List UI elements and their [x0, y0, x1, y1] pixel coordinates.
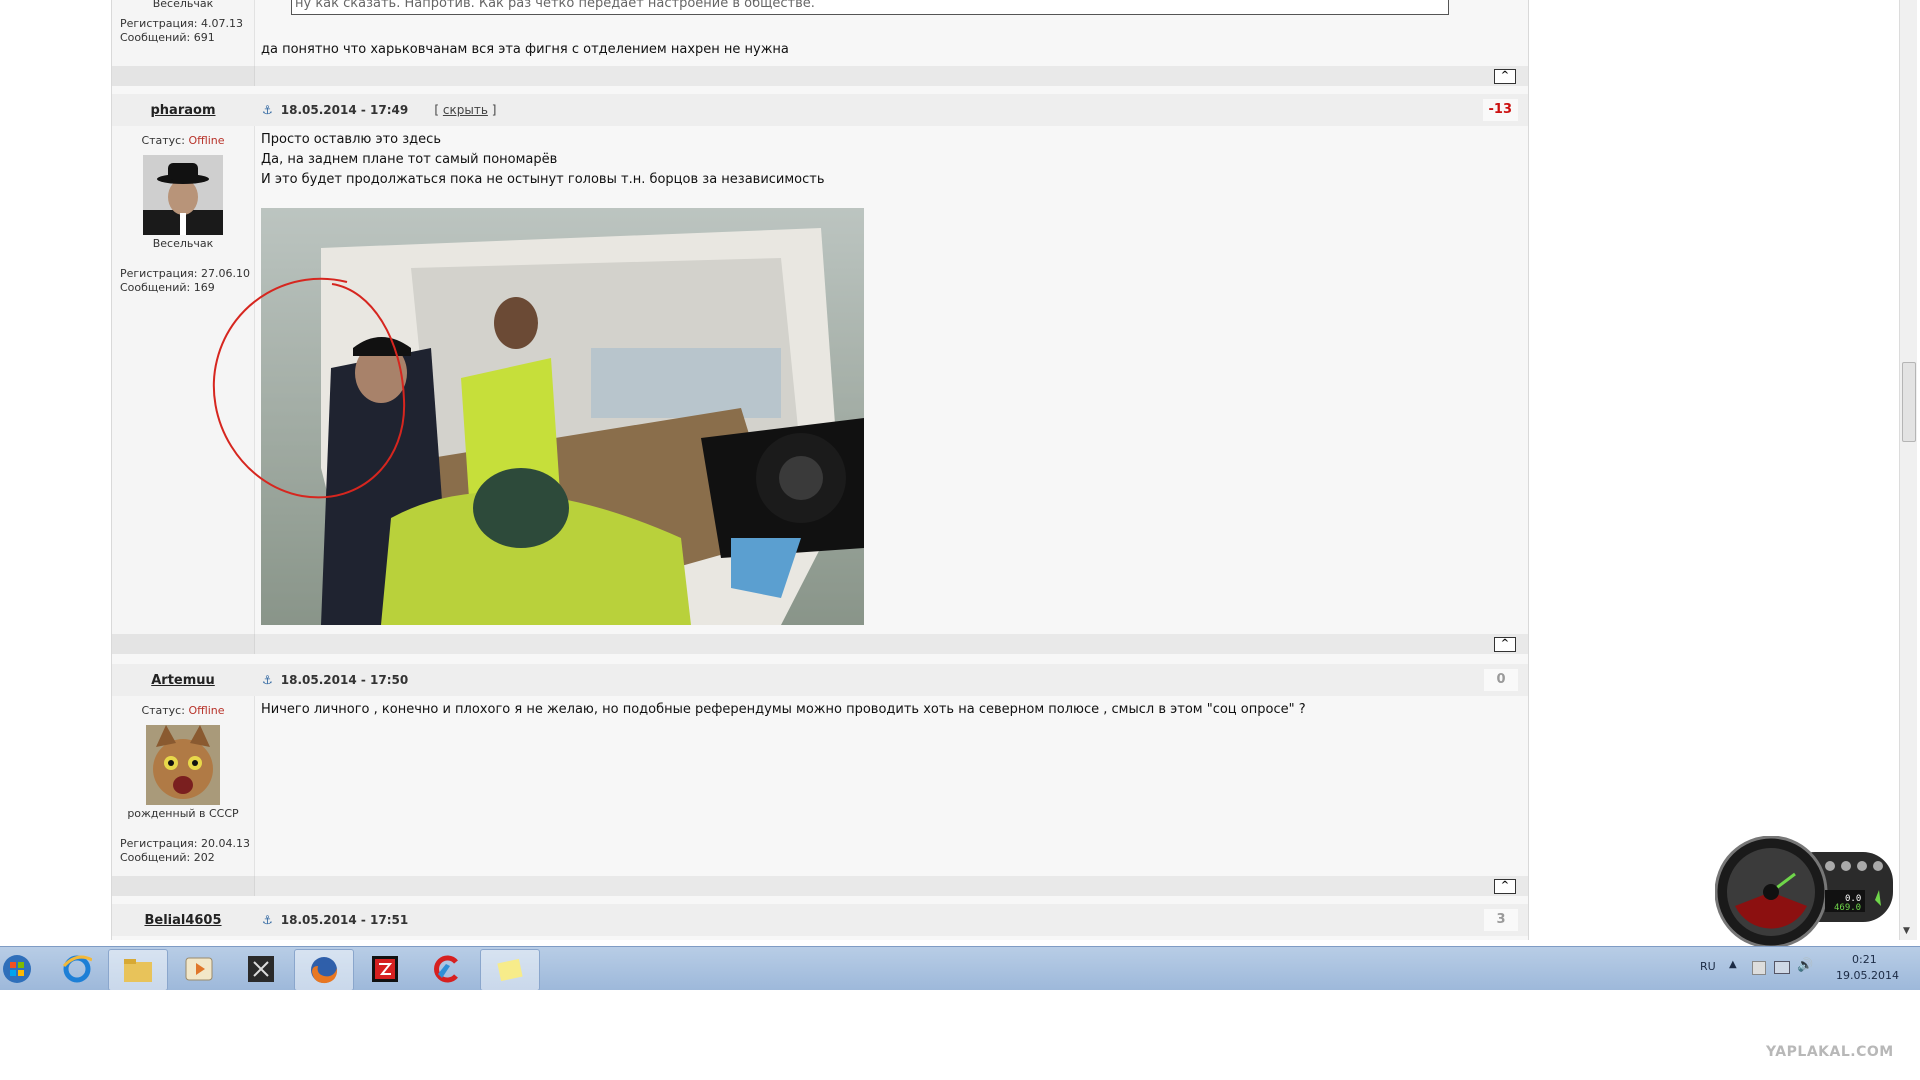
language-indicator[interactable]: RU	[1700, 960, 1716, 973]
post-date-text: 18.05.2014 - 17:51	[280, 913, 409, 927]
flag-tray-icon[interactable]	[1752, 961, 1766, 975]
taskbar: RU ▲ 🔊 0:21 19.05.2014	[0, 946, 1920, 990]
scrollbar-thumb[interactable]	[1902, 362, 1916, 442]
post-artemuu: Artemuu ⚓ 18.05.2014 - 17:50 0 Статус: Of…	[112, 664, 1528, 896]
network-tray-icon[interactable]	[1774, 961, 1790, 974]
game-app-icon	[248, 956, 274, 982]
author-rank: рожденный в СССР	[127, 807, 239, 820]
status-label: Статус:	[141, 704, 185, 717]
media-player-icon	[185, 957, 213, 981]
author-name-link[interactable]: Belial4605	[112, 913, 254, 928]
firefox-icon	[311, 957, 338, 984]
internet-explorer-icon	[62, 955, 92, 983]
hide-post-link[interactable]: [ скрыть ]	[434, 103, 496, 117]
windows-logo-icon	[3, 955, 31, 983]
post-text-line: да понятно что харьковчанам вся эта фигн…	[261, 42, 789, 57]
anchor-icon[interactable]: ⚓	[262, 673, 273, 687]
forum-page: ну как сказать. Напротив. Как раз четко …	[111, 0, 1529, 940]
ie-taskbar-button[interactable]	[48, 949, 106, 989]
post-date-text: 18.05.2014 - 17:49	[280, 103, 409, 117]
ccleaner-icon	[434, 955, 458, 983]
post-date: ⚓ 18.05.2014 - 17:51	[262, 913, 408, 927]
avatar[interactable]	[143, 155, 223, 235]
post-footer: ^	[112, 634, 1528, 654]
post-footer: ^	[112, 876, 1528, 896]
post-text-line: Ничего личного , конечно и плохого я не …	[261, 702, 1306, 717]
post-rating[interactable]: 0	[1484, 669, 1518, 691]
post-header: Belial4605 ⚓ 18.05.2014 - 17:51 3	[112, 904, 1528, 936]
author-column: Весельчак Регистрация: 4.07.13 Сообщений…	[112, 0, 255, 66]
author-messages: Сообщений: 202	[120, 851, 215, 864]
screen: ну как сказать. Напротив. Как раз четко …	[0, 0, 1920, 990]
post-previous: Весельчак Регистрация: 4.07.13 Сообщений…	[112, 0, 1528, 86]
vertical-scrollbar[interactable]: ▼	[1899, 0, 1917, 940]
author-status: Статус: Offline	[112, 134, 254, 147]
firefox-taskbar-button[interactable]	[294, 949, 354, 990]
author-status: Статус: Offline	[112, 704, 254, 717]
gauge-value-bottom: 469.0	[1834, 903, 1862, 913]
post-text-line: И это будет продолжаться пока не остынут…	[261, 172, 825, 187]
author-name-link[interactable]: Artemuu	[112, 673, 254, 688]
post-text-line: Просто оставлю это здесь	[261, 132, 441, 147]
author-rank: Весельчак	[152, 0, 214, 10]
post-footer: ^	[112, 66, 1528, 86]
status-value: Offline	[188, 704, 225, 717]
post-rating[interactable]: 3	[1484, 909, 1518, 931]
post-date-text: 18.05.2014 - 17:50	[280, 673, 409, 687]
post-belial: Belial4605 ⚓ 18.05.2014 - 17:51 3	[112, 904, 1528, 940]
notes-taskbar-button[interactable]	[480, 949, 540, 990]
post-date: ⚓ 18.05.2014 - 17:50	[262, 673, 408, 687]
anchor-icon[interactable]: ⚓	[262, 913, 273, 927]
scroll-top-button[interactable]: ^	[1494, 637, 1516, 652]
post-date: ⚓ 18.05.2014 - 17:49 [ скрыть ]	[262, 103, 496, 117]
post-content: да понятно что харьковчанам вся эта фигн…	[255, 40, 1528, 60]
avatar[interactable]	[146, 725, 220, 805]
author-name-link[interactable]: pharaom	[112, 103, 254, 118]
hide-link-text[interactable]: скрыть	[443, 103, 488, 117]
start-button[interactable]	[0, 949, 34, 989]
post-rating[interactable]: -13	[1482, 99, 1518, 121]
red-circle-annotation	[212, 277, 406, 499]
scroll-top-button[interactable]: ^	[1494, 879, 1516, 894]
author-rank: Весельчак	[152, 237, 214, 250]
folder-icon	[124, 959, 152, 982]
status-value: Offline	[188, 134, 225, 147]
author-registration: Регистрация: 4.07.13	[120, 17, 243, 30]
anchor-icon[interactable]: ⚓	[262, 103, 273, 117]
author-messages: Сообщений: 691	[120, 31, 215, 44]
post-header: Artemuu ⚓ 18.05.2014 - 17:50 0	[112, 664, 1528, 696]
network-gauge-gadget: 0.0 469.0	[1714, 835, 1895, 949]
post-header: pharaom ⚓ 18.05.2014 - 17:49 [ скрыть ] -…	[112, 94, 1528, 126]
watermark: YAPLAKAL.COM	[1766, 1044, 1894, 1060]
volume-icon[interactable]: 🔊	[1797, 958, 1813, 973]
scroll-top-button[interactable]: ^	[1494, 69, 1516, 84]
author-registration: Регистрация: 20.04.13	[120, 837, 250, 850]
status-label: Статус:	[141, 134, 185, 147]
red-app-icon	[372, 956, 398, 982]
post-content: Просто оставлю это здесь Да, на заднем п…	[255, 130, 1528, 625]
author-column: Статус: Offline рожденный в СССР Регистр…	[112, 696, 255, 876]
post-content: Ничего личного , конечно и плохого я не …	[255, 700, 1528, 720]
explorer-taskbar-button[interactable]	[108, 949, 168, 990]
scroll-down-arrow-icon[interactable]: ▼	[1903, 926, 1910, 936]
post-text-line: Да, на заднем плане тот самый пономарёв	[261, 152, 558, 167]
red-app-taskbar-button[interactable]	[356, 949, 414, 989]
ccleaner-taskbar-button[interactable]	[418, 949, 476, 989]
clock-time[interactable]: 0:21	[1852, 953, 1877, 966]
tray-expand-icon[interactable]: ▲	[1729, 959, 1737, 970]
clock-date[interactable]: 19.05.2014	[1836, 969, 1899, 982]
sticky-notes-icon	[497, 958, 523, 982]
media-player-taskbar-button[interactable]	[170, 949, 228, 989]
app-taskbar-button[interactable]	[232, 949, 290, 989]
